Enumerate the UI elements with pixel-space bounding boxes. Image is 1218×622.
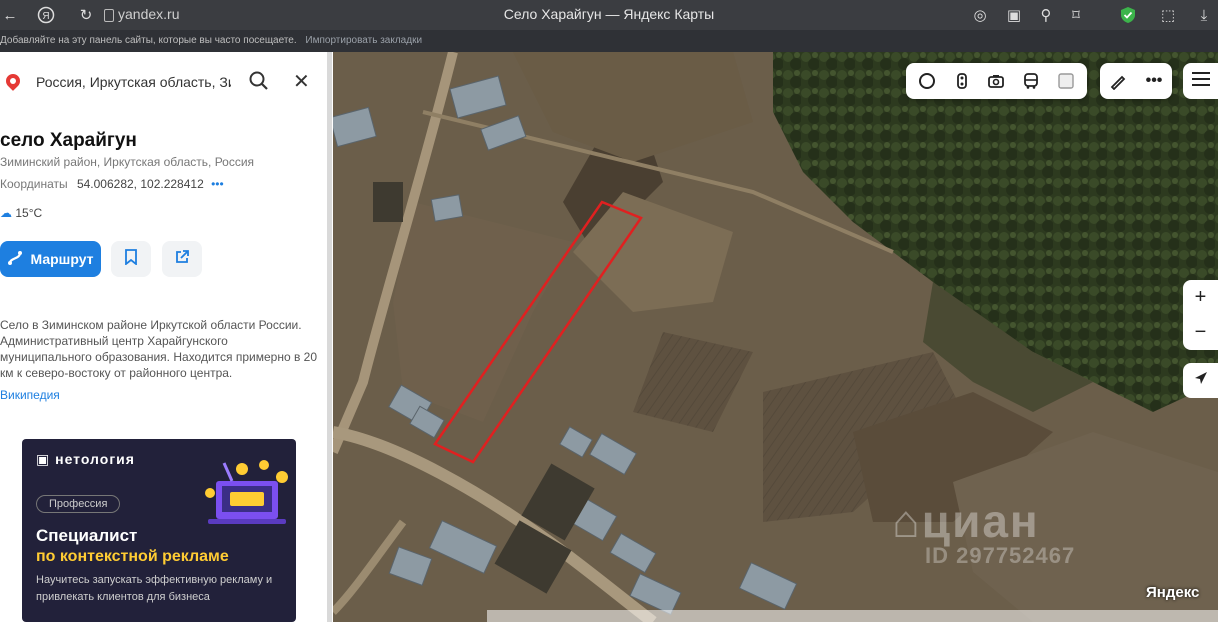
place-description: Село в Зиминском районе Иркутской област… [0, 318, 318, 380]
watermark-id: ID 297752467 [925, 543, 1076, 568]
extensions-icon[interactable]: ⬚ [1158, 5, 1178, 25]
temperature: 15°C [15, 206, 43, 220]
map-layers-toolbar [906, 63, 1087, 99]
search-icon[interactable] [248, 70, 270, 92]
bookmark-outline-icon [124, 248, 138, 270]
wikipedia-link[interactable]: Википедия [0, 388, 60, 402]
ad-text: Научитесь запускать эффективную рекламу … [36, 574, 273, 603]
ad-brand: ▣ нетология [36, 451, 135, 467]
camera-icon[interactable] [983, 68, 1009, 94]
browser-toolbar: ← Я ↻ yandex.ru Село Харайгун — Яндекс К… [0, 0, 1218, 30]
copy-dots-icon[interactable]: ••• [211, 177, 224, 191]
import-bookmarks-link[interactable]: Импортировать закладки [305, 35, 422, 46]
zoom-out-button[interactable]: − [1183, 315, 1218, 350]
ruler-pencil-icon[interactable] [1105, 68, 1131, 94]
cian-watermark: ⌂циан [892, 495, 1040, 547]
menu-button[interactable] [1183, 63, 1218, 99]
cian-logo-icon: ⌂ [892, 495, 922, 547]
yandex-logo: Яндекс [1146, 584, 1200, 601]
zoom-controls: + − [1183, 280, 1218, 350]
place-subtitle: Зиминский район, Иркутская область, Росс… [0, 155, 255, 169]
save-bookmark-button[interactable] [111, 241, 151, 277]
bookmarks-bar: Добавляйте на эту панель сайты, которые … [0, 30, 1218, 52]
laptop-coins-illustration [202, 459, 292, 529]
satellite-map[interactable] [333, 52, 1218, 622]
share-icon [174, 249, 190, 270]
traffic-icon[interactable] [949, 68, 975, 94]
weather-icon: ☁ [0, 206, 12, 220]
coordinates-label: Координаты [0, 177, 68, 191]
ad-headline: Специалист [36, 526, 138, 545]
route-icon [7, 250, 23, 269]
geolocation-button[interactable] [1183, 363, 1218, 398]
route-label: Маршрут [30, 251, 94, 267]
share-button[interactable] [162, 241, 202, 277]
more-dots-icon[interactable]: ••• [1141, 68, 1167, 94]
layers-panel-icon[interactable] [1053, 68, 1079, 94]
location-icon[interactable]: ⚲ [1036, 5, 1056, 25]
weather: ☁ 15°C [0, 206, 42, 220]
hamburger-icon [1191, 71, 1210, 91]
download-icon[interactable]: ⤓ [1194, 5, 1214, 25]
ad-headline-accent: по контекстной рекламе [36, 548, 229, 565]
route-button[interactable]: Маршрут [0, 241, 101, 277]
place-title: село Харайгун [0, 130, 137, 151]
map-pin-icon [3, 71, 23, 91]
layer-circle-icon[interactable] [914, 68, 940, 94]
transit-bus-icon[interactable] [1018, 68, 1044, 94]
bookmarks-hint: Добавляйте на эту панель сайты, которые … [0, 35, 297, 46]
bookmark-icon[interactable]: ⌑ [1066, 5, 1086, 25]
advertisement-banner[interactable]: ▣ нетология Профессия Специалист по конт… [22, 439, 296, 622]
coordinates-value[interactable]: 54.006282, 102.228412 [77, 177, 204, 191]
place-panel: Россия, Иркутская область, Зим ✕ село Ха… [0, 52, 333, 622]
panel-scrollbar[interactable] [327, 52, 332, 622]
zoom-in-button[interactable]: + [1183, 280, 1218, 315]
navigation-arrow-icon [1193, 370, 1209, 391]
tools-toolbar: ••• [1100, 63, 1172, 99]
reader-icon[interactable]: ▣ [1004, 5, 1024, 25]
map-imagery [333, 52, 1218, 622]
translate-icon[interactable]: ◎ [970, 5, 990, 25]
close-icon[interactable]: ✕ [293, 69, 310, 94]
coordinates[interactable]: Координаты 54.006282, 102.228412 ••• [0, 177, 224, 191]
ad-badge: Профессия [36, 495, 121, 513]
search-box[interactable]: Россия, Иркутская область, Зим ✕ [0, 62, 327, 106]
brand-logo-icon: ▣ [36, 451, 51, 467]
protect-shield-icon[interactable] [1118, 5, 1138, 25]
search-input[interactable]: Россия, Иркутская область, Зим [36, 74, 231, 90]
map-copyright-strip [487, 610, 1218, 622]
